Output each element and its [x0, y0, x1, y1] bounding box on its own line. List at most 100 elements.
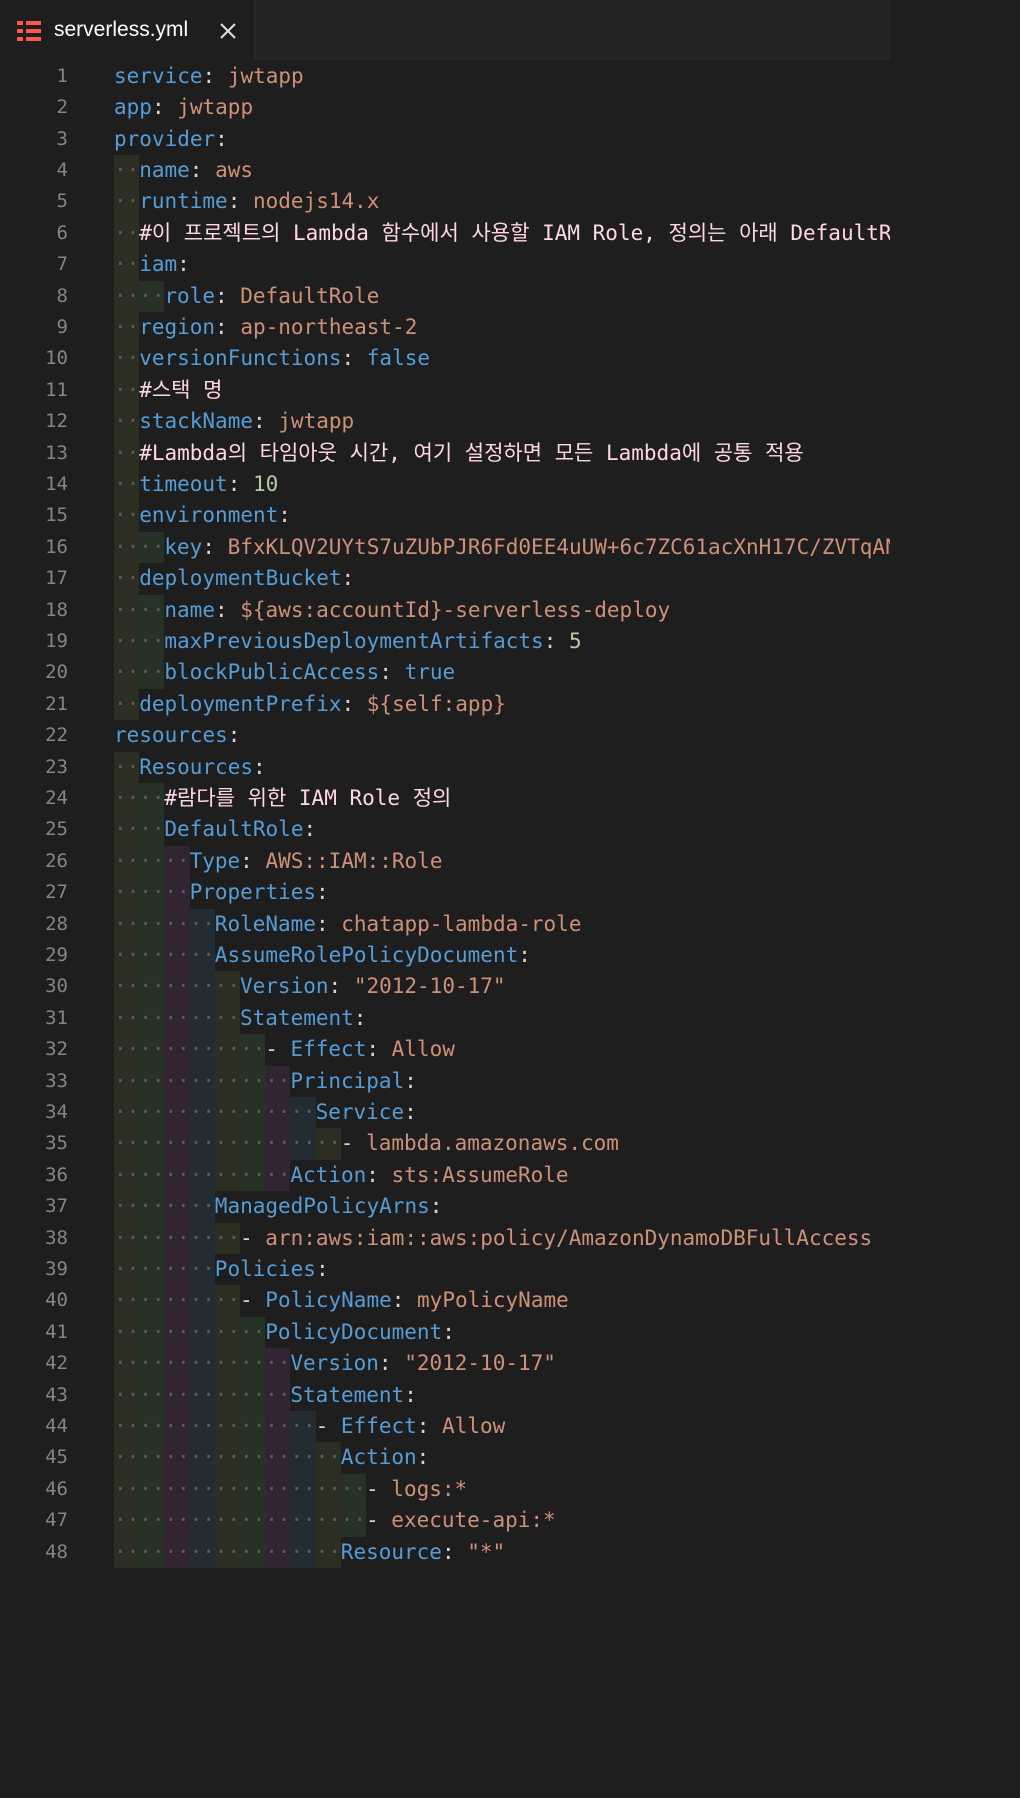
indent-guide: ·· — [139, 594, 164, 626]
code-line[interactable]: 2 app: jwtapp — [0, 92, 890, 123]
code-line[interactable]: 6 ·· #이 프로젝트의 Lambda 함수에서 사용할 IAM Role, 정의… — [0, 217, 890, 250]
code-line[interactable]: 8 ·· ·· role: DefaultRole — [0, 280, 890, 312]
code-line[interactable]: 3 provider: — [0, 124, 890, 155]
code-line[interactable]: 22 resources: — [0, 720, 890, 751]
line-number: 40 — [45, 1289, 68, 1312]
indent-guide: ·· — [139, 1191, 164, 1223]
token-key: environment — [139, 503, 279, 528]
code-line[interactable]: 37 ·· ·· ·· ·· ManagedPolicyArns: — [0, 1191, 890, 1223]
code-text: Action: sts:AssumeRole — [290, 1160, 568, 1191]
code-line[interactable]: 39 ·· ·· ·· ·· Policies: — [0, 1254, 890, 1286]
code-line[interactable]: 40 ·· ·· ·· ·· ·· - PolicyName: myPolicyName — [0, 1285, 890, 1317]
token-punc: : — [177, 252, 190, 277]
code-line[interactable]: 36 ·· ·· ·· ·· ·· ·· ·· Action: sts:AssumeRole — [0, 1159, 890, 1192]
code-line[interactable]: 9 ·· region: ap-northeast-2 — [0, 312, 890, 344]
indent-guide: ·· — [240, 1128, 265, 1160]
code-line[interactable]: 4 ·· name: aws — [0, 155, 890, 187]
code-line[interactable]: 13 ·· #Lambda의 타임아웃 시간, 여기 설정하면 모든 Lambda에… — [0, 437, 890, 469]
code-text: provider: — [114, 124, 228, 155]
code-line[interactable]: 31 ·· ·· ·· ·· ·· Statement: — [0, 1002, 890, 1035]
code-line[interactable]: 28 ·· ·· ·· ·· RoleName: chatapp-lambda-role — [0, 908, 890, 940]
code-line[interactable]: 41 ·· ·· ·· ·· ·· ·· PolicyDocument: — [0, 1316, 890, 1349]
indent-guide: ·· — [114, 1159, 139, 1192]
code-line[interactable]: 10 ·· versionFunctions: false — [0, 343, 890, 375]
code-line[interactable]: 14 ·· timeout: 10 — [0, 469, 890, 501]
code-line[interactable]: 35 ·· ·· ·· ·· ·· ·· ·· ·· ·· - lambda.amazonaws.c… — [0, 1128, 890, 1160]
indent-guide: ·· — [189, 971, 215, 1003]
code-line[interactable]: 12 ·· stackName: jwtapp — [0, 406, 890, 438]
token-punc: : — [441, 1539, 468, 1564]
code-text: - Effect: Allow — [316, 1411, 506, 1442]
token-key: deploymentPrefix — [139, 691, 342, 716]
code-text: versionFunctions: false — [139, 343, 430, 374]
code-text: #Lambda의 타임아웃 시간, 여기 설정하면 모든 Lambda에 공통 … — [139, 438, 804, 469]
code-line[interactable]: 30 ·· ·· ·· ·· ·· Version: "2012-10-17" — [0, 971, 890, 1003]
code-line[interactable]: 24 ·· ·· #람다를 위한 IAM Role 정의 — [0, 783, 890, 815]
code-text: #람다를 위한 IAM Role 정의 — [164, 783, 451, 814]
token-comment: #스택 명 — [139, 377, 223, 402]
code-text: resources: — [114, 720, 240, 751]
token-punc: : — [214, 283, 241, 308]
indent-guide: ·· — [114, 343, 139, 375]
close-icon[interactable] — [218, 21, 238, 41]
indent-guide: ·· — [265, 1128, 290, 1160]
indent-guide: ·· — [139, 1411, 164, 1443]
indent-guide: ·· — [114, 908, 139, 940]
indent-guide: ·· — [139, 1473, 164, 1506]
indent-guide: ·· — [214, 1285, 240, 1317]
code-line[interactable]: 17 ·· deploymentBucket: — [0, 563, 890, 595]
token-str: jwtapp — [227, 63, 304, 88]
code-line[interactable]: 48 ·· ·· ·· ·· ·· ·· ·· ·· ·· Resource: "*" — [0, 1536, 890, 1568]
code-line[interactable]: 11 ·· #스택 명 — [0, 374, 890, 407]
code-line[interactable]: 1 service: jwtapp — [0, 61, 890, 92]
code-line[interactable]: 46 ·· ·· ·· ·· ·· ·· ·· ·· ·· ·· - logs:* — [0, 1473, 890, 1506]
code-line[interactable]: 20 ·· ·· blockPublicAccess: true — [0, 657, 890, 689]
code-line[interactable]: 34 ·· ·· ·· ·· ·· ·· ·· ·· Service: — [0, 1097, 890, 1129]
code-line[interactable]: 47 ·· ·· ·· ·· ·· ·· ·· ·· ·· ·· - execute-api:* — [0, 1505, 890, 1537]
line-number: 1 — [56, 64, 68, 87]
code-line[interactable]: 23 ·· Resources: — [0, 751, 890, 783]
indent-guide: ·· — [189, 1191, 215, 1223]
tab-bar: serverless.yml — [0, 0, 890, 61]
code-line[interactable]: 16 ·· ·· key: BfxKLQV2UYtS7uZUbPJR6Fd0EE4uU… — [0, 531, 890, 564]
indent-guide: ·· — [139, 1159, 164, 1192]
code-line[interactable]: 15 ·· environment: — [0, 500, 890, 532]
token-str: lambda.amazonaws.com — [366, 1131, 619, 1156]
code-line[interactable]: 43 ·· ·· ·· ·· ·· ·· ·· Statement: — [0, 1379, 890, 1411]
indent-guide: ·· — [114, 1411, 139, 1443]
line-number: 11 — [45, 378, 68, 401]
indent-guide: ·· — [214, 1348, 240, 1380]
token-key: deploymentBucket — [139, 566, 342, 591]
code-line[interactable]: 45 ·· ·· ·· ·· ·· ·· ·· ·· ·· Action: — [0, 1442, 890, 1474]
code-text: stackName: jwtapp — [139, 406, 354, 437]
code-line[interactable]: 27 ·· ·· ·· Properties: — [0, 877, 890, 909]
code-line[interactable]: 33 ·· ·· ·· ·· ·· ·· ·· Principal: — [0, 1065, 890, 1097]
indent-guide: ·· — [114, 657, 139, 689]
token-punc: : — [328, 974, 354, 999]
code-line[interactable]: 5 ·· runtime: nodejs14.x — [0, 186, 890, 218]
code-line[interactable]: 18 ·· ·· name: ${aws:accountId}-serverless-… — [0, 594, 890, 626]
token-key: versionFunctions — [139, 346, 342, 371]
code-text: Policies: — [215, 1254, 329, 1285]
tab-serverless-yml[interactable]: serverless.yml — [0, 0, 255, 61]
code-line[interactable]: 44 ·· ·· ·· ·· ·· ·· ·· ·· - Effect: Allow — [0, 1411, 890, 1443]
code-line[interactable]: 26 ·· ·· ·· Type: AWS::IAM::Role — [0, 845, 890, 878]
token-comment: #이 프로젝트의 Lambda 함수에서 사용할 IAM Role, 정의는 아… — [139, 220, 890, 245]
indent-guide: ·· — [240, 1159, 265, 1192]
code-line[interactable]: 32 ·· ·· ·· ·· ·· ·· - Effect: Allow — [0, 1034, 890, 1066]
code-editor[interactable]: 1 service: jwtapp 2 app: jwtapp 3 provider: 4 ·… — [0, 60, 890, 1568]
token-key: maxPreviousDeploymentArtifacts — [164, 629, 544, 653]
indent-guide: ·· — [139, 1002, 164, 1035]
code-line[interactable]: 25 ·· ·· DefaultRole: — [0, 814, 890, 846]
code-line[interactable]: 38 ·· ·· ·· ·· ·· - arn:aws:iam::aws:policy/Am… — [0, 1222, 890, 1254]
code-line[interactable]: 7 ·· iam: — [0, 249, 890, 281]
indent-guide: ·· — [164, 1379, 190, 1411]
indent-guide: ·· — [164, 1285, 190, 1317]
code-line[interactable]: 29 ·· ·· ·· ·· AssumeRolePolicyDocument: — [0, 940, 890, 972]
code-line[interactable]: 21 ·· deploymentPrefix: ${self:app} — [0, 688, 890, 721]
line-number: 35 — [45, 1132, 68, 1155]
token-punc: : — [404, 1382, 417, 1407]
code-line[interactable]: 42 ·· ·· ·· ·· ·· ·· ·· Version: "2012-10-17" — [0, 1348, 890, 1380]
code-text: #이 프로젝트의 Lambda 함수에서 사용할 IAM Role, 정의는 아… — [139, 218, 890, 249]
code-line[interactable]: 19 ·· ·· maxPreviousDeploymentArtifacts: 5 — [0, 626, 890, 658]
